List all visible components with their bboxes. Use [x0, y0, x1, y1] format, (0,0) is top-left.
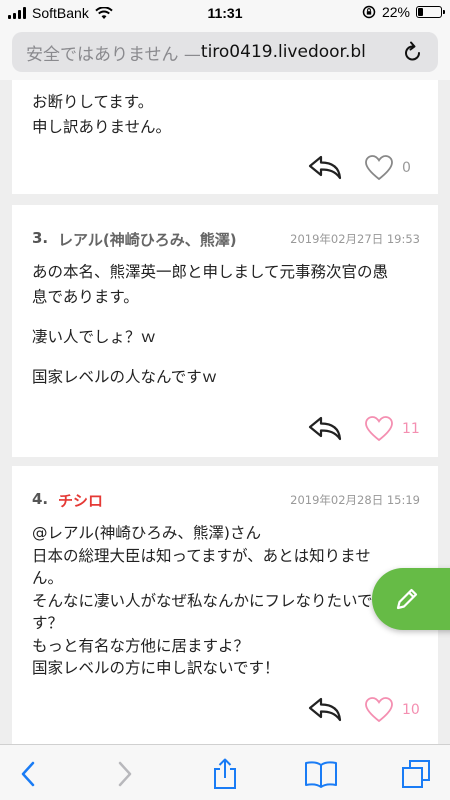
reply-icon[interactable]	[308, 155, 342, 181]
comment-line: 息であります。	[32, 288, 139, 306]
tabs-icon	[402, 760, 430, 788]
status-right: 22%	[362, 4, 445, 20]
comment-date: 2019年02月27日 19:53	[290, 232, 420, 246]
like-count: 11	[402, 421, 420, 437]
like-count: 0	[402, 160, 411, 176]
reply-icon[interactable]	[308, 416, 342, 442]
url-host: tiro0419.livedoor.bl	[200, 42, 366, 62]
like-count: 10	[402, 702, 420, 718]
share-button[interactable]	[207, 758, 243, 789]
clipped-text-remnant	[12, 80, 438, 82]
comment-actions: 0	[308, 152, 420, 184]
page-content: お断りしてます。 申し訳ありません。 0 3. レアル(神崎ひろみ、熊澤) 20…	[0, 80, 450, 744]
comment-line: 国家レベルの人なんですｗ	[32, 368, 218, 386]
comment-author[interactable]: チシロ	[58, 490, 103, 511]
battery-percent: 22%	[381, 4, 410, 20]
address-bar-area: 安全ではありません — tiro0419.livedoor.bl	[0, 26, 450, 80]
comment-line	[32, 310, 432, 325]
comment-line: もっと有名な方他に居ますよ？	[32, 636, 250, 655]
comment-line: 凄い人でしょ？ｗ	[32, 328, 157, 346]
comment-actions: 10	[308, 694, 420, 726]
comment-line: す？	[32, 614, 64, 632]
comment-line: ん。	[32, 569, 64, 587]
browser-toolbar	[0, 744, 450, 800]
orientation-lock-icon	[362, 5, 376, 19]
comment-card: お断りしてます。 申し訳ありません。 0	[12, 80, 438, 194]
compose-button[interactable]	[372, 568, 450, 630]
comment-body: お断りしてます。 申し訳ありません。	[32, 90, 171, 140]
comment-card: 3. レアル(神崎ひろみ、熊澤) 2019年02月27日 19:53 あの本名、…	[12, 205, 438, 457]
comment-body: あの本名、熊澤英一郎と申しまして元事務次官の愚 息であります。 凄い人でしょ？ｗ…	[32, 260, 432, 390]
tabs-button[interactable]	[398, 759, 434, 789]
comment-author[interactable]: レアル(神崎ひろみ、熊澤)	[58, 229, 237, 250]
comment-line: 国家レベルの方に申し訳ないです！	[32, 659, 280, 677]
chevron-left-icon	[21, 761, 35, 787]
status-bar: SoftBank 11:31 22%	[0, 0, 450, 26]
forward-button[interactable]	[107, 759, 143, 789]
book-icon	[305, 761, 337, 788]
insecure-label: 安全ではありません —	[26, 44, 201, 65]
reply-icon[interactable]	[308, 697, 342, 723]
reload-icon	[405, 41, 420, 61]
address-bar[interactable]: 安全ではありません — tiro0419.livedoor.bl	[12, 32, 438, 72]
comment-date: 2019年02月28日 15:19	[290, 493, 420, 507]
heart-icon[interactable]	[364, 696, 394, 724]
comment-actions: 11	[308, 413, 420, 445]
pencil-icon	[396, 588, 418, 610]
heart-icon[interactable]	[364, 154, 394, 182]
comment-number: 4.	[32, 490, 49, 508]
back-button[interactable]	[10, 759, 46, 789]
battery-icon	[416, 6, 445, 18]
chevron-right-icon	[118, 761, 132, 787]
comment-line: あの本名、熊澤英一郎と申しまして元事務次官の愚	[32, 263, 389, 281]
reload-button[interactable]	[396, 32, 430, 72]
comment-line: お断りしてます。	[32, 93, 154, 111]
comment-line: 申し訳ありません。	[32, 118, 172, 136]
comment-line: 日本の総理大臣は知ってますが、あとは知りませ	[32, 546, 371, 565]
bookmarks-button[interactable]	[303, 759, 339, 789]
comment-header: 3. レアル(神崎ひろみ、熊澤) 2019年02月27日 19:53	[32, 229, 420, 249]
comment-line: @レアル(神崎ひろみ、熊澤)さん	[32, 524, 261, 542]
share-icon	[214, 758, 236, 789]
heart-icon[interactable]	[364, 415, 394, 443]
comment-number: 3.	[32, 229, 49, 247]
comment-header: 4. チシロ 2019年02月28日 15:19	[32, 490, 420, 510]
comment-line	[32, 350, 432, 365]
